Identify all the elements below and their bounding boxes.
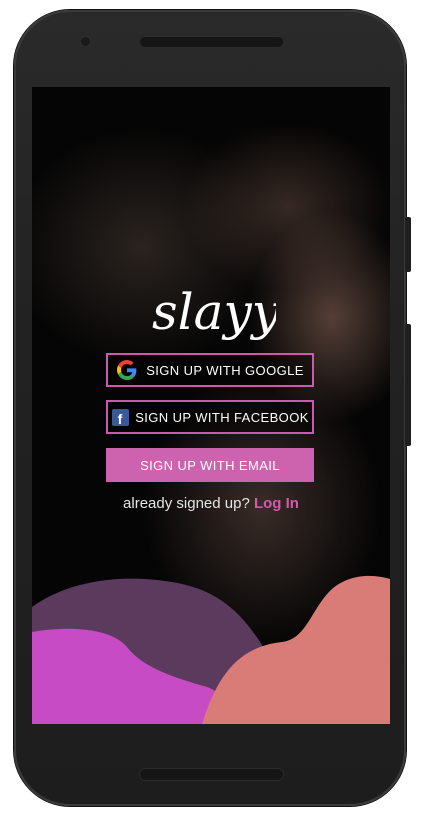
- decorative-blobs: [32, 575, 390, 724]
- already-signed-up-text: already signed up?: [123, 495, 250, 512]
- email-signup-label: SIGN UP WITH EMAIL: [140, 457, 280, 473]
- facebook-signup-label: SIGN UP WITH FACEBOOK: [135, 409, 309, 425]
- google-signup-label: SIGN UP WITH GOOGLE: [146, 362, 304, 378]
- login-link[interactable]: Log In: [254, 495, 299, 512]
- logo-text: slayy: [152, 283, 276, 341]
- facebook-icon: f: [111, 406, 129, 428]
- login-prompt: already signed up? Log In: [32, 495, 390, 512]
- volume-button: [405, 324, 411, 446]
- power-button: [405, 217, 411, 272]
- email-signup-button[interactable]: SIGN UP WITH EMAIL: [106, 448, 314, 482]
- bottom-speaker: [139, 768, 284, 781]
- facebook-signup-button[interactable]: f SIGN UP WITH FACEBOOK: [106, 400, 314, 434]
- app-screen: slayy SIGN UP WITH GOOGLE f SIGN UP WITH…: [32, 87, 390, 724]
- slayy-logo: slayy: [152, 283, 276, 341]
- top-speaker: [139, 36, 284, 48]
- google-icon: [116, 359, 138, 381]
- front-camera: [79, 35, 92, 48]
- google-signup-button[interactable]: SIGN UP WITH GOOGLE: [106, 353, 314, 387]
